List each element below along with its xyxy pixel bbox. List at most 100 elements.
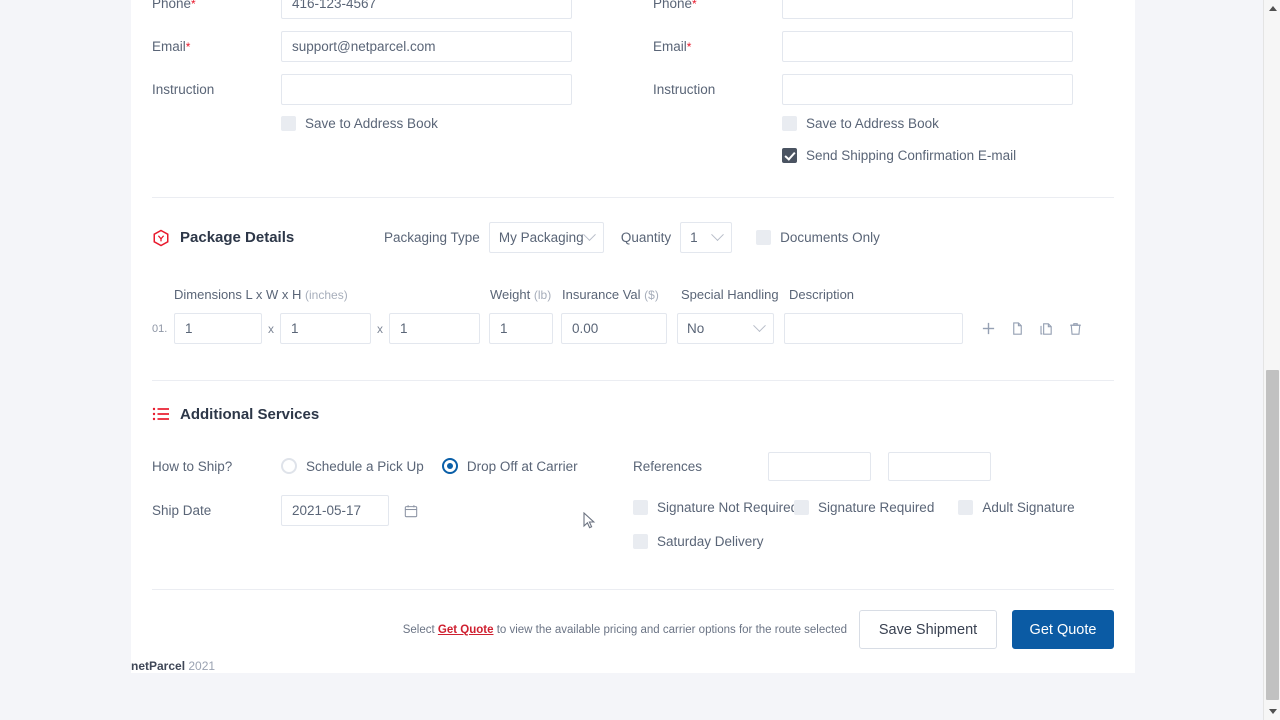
instruction-row: Instruction Instruction (152, 68, 1114, 111)
ship-date-input[interactable] (281, 495, 389, 526)
add-row-icon[interactable] (977, 318, 999, 340)
site-footer: netParcel 2021 (131, 659, 215, 673)
package-insurance-input[interactable] (561, 313, 667, 344)
checkbox-box (958, 500, 974, 515)
radio-schedule-pickup-label: Schedule a Pick Up (306, 458, 424, 474)
checkbox-box (633, 534, 648, 549)
chevron-down-icon (711, 228, 724, 242)
reference-1-input[interactable] (768, 451, 871, 481)
send-confirmation-checkbox[interactable]: Send Shipping Confirmation E-mail (782, 148, 1114, 163)
package-details-header: Package Details (152, 229, 384, 247)
chevron-down-icon (753, 319, 766, 333)
package-length-input[interactable] (174, 313, 262, 344)
scrollbar-thumb[interactable] (1266, 370, 1279, 700)
references-label: References (633, 458, 703, 474)
special-handling-value: No (687, 321, 705, 336)
email-row: Email* Email* (152, 25, 1114, 68)
delete-row-icon[interactable] (1064, 318, 1086, 340)
radio-circle (281, 458, 297, 474)
package-row: 01. x x No (152, 313, 1114, 344)
quote-note-prefix: Select (402, 623, 435, 636)
package-weight-input[interactable] (489, 313, 553, 344)
receiver-instruction-input[interactable] (782, 74, 1073, 105)
radio-drop-off[interactable]: Drop Off at Carrier (441, 458, 578, 474)
duplicate-row-icon[interactable] (1035, 318, 1057, 340)
mouse-cursor (583, 511, 597, 536)
signature-required-checkbox[interactable]: Signature Required (794, 500, 934, 515)
checkbox-box (633, 500, 648, 515)
packaging-type-label: Packaging Type (384, 230, 480, 245)
receiver-save-address-checkbox[interactable]: Save to Address Book (782, 116, 1114, 131)
signature-not-required-label: Signature Not Required (657, 500, 799, 515)
quantity-label: Quantity (620, 230, 672, 245)
receiver-save-address-label: Save to Address Book (806, 116, 939, 131)
package-details-title: Package Details (180, 229, 295, 246)
quote-note: Select Get Quote to view the available p… (403, 624, 847, 636)
sender-save-address-checkbox[interactable]: Save to Address Book (281, 116, 613, 131)
reference-2-input[interactable] (888, 451, 991, 481)
dimensions-unit-label: (inches) (305, 288, 348, 302)
special-handling-column-label: Special Handling (681, 287, 779, 302)
packaging-type-select[interactable]: My Packaging (488, 222, 604, 253)
ship-date-label: Ship Date (152, 503, 212, 518)
get-quote-link[interactable]: Get Quote (438, 624, 494, 636)
adult-signature-label: Adult Signature (982, 500, 1075, 515)
receiver-phone-label: Phone* (653, 0, 782, 11)
contact-options-row: Save to Address Book Save to Address Boo… (152, 116, 1114, 163)
description-column-label: Description (789, 287, 855, 302)
site-footer-brand: netParcel (131, 659, 186, 673)
checkbox-box (794, 500, 809, 515)
dimension-separator: x (377, 321, 383, 336)
checkbox-box (756, 230, 772, 245)
sender-instruction-input[interactable] (281, 74, 572, 105)
scroll-up-arrow-icon[interactable] (1264, 0, 1280, 17)
how-to-ship-label: How to Ship? (152, 458, 233, 474)
sender-phone-input[interactable] (281, 0, 572, 19)
phone-row: Phone* Phone* (152, 0, 1114, 25)
quantity-value: 1 (690, 230, 698, 245)
calendar-icon[interactable] (400, 500, 422, 522)
package-width-input[interactable] (280, 313, 371, 344)
quantity-select[interactable]: 1 (680, 222, 733, 253)
insurance-unit-label: ($) (644, 288, 659, 302)
signature-required-label: Signature Required (818, 500, 935, 515)
package-row-index: 01. (152, 322, 168, 335)
checkbox-box (281, 116, 296, 131)
checkbox-box (782, 116, 797, 131)
adult-signature-checkbox[interactable]: Adult Signature (958, 500, 1075, 515)
site-footer-year: 2021 (188, 659, 216, 673)
saturday-delivery-label: Saturday Delivery (657, 534, 764, 549)
weight-column-label: Weight (490, 287, 531, 302)
saturday-delivery-checkbox[interactable]: Saturday Delivery (633, 534, 764, 549)
signature-not-required-checkbox[interactable]: Signature Not Required (633, 500, 798, 515)
weight-unit-label: (lb) (533, 288, 552, 302)
copy-row-icon[interactable] (1006, 318, 1028, 340)
required-marker: * (185, 40, 191, 54)
receiver-phone-input[interactable] (782, 0, 1073, 19)
sender-email-label: Email* (152, 39, 191, 54)
save-shipment-button[interactable]: Save Shipment (859, 610, 997, 649)
radio-drop-off-label: Drop Off at Carrier (466, 458, 578, 474)
required-marker: * (191, 0, 196, 11)
page-viewport: Phone* Phone* (0, 0, 1280, 720)
package-description-input[interactable] (784, 313, 963, 344)
page-scrollbar[interactable] (1263, 0, 1280, 720)
package-hex-icon (152, 229, 170, 247)
additional-services-header: Additional Services (152, 405, 1114, 423)
scroll-down-arrow-icon[interactable] (1264, 703, 1280, 720)
get-quote-button[interactable]: Get Quote (1012, 610, 1114, 649)
receiver-email-input[interactable] (782, 31, 1073, 62)
receiver-instruction-label: Instruction (653, 82, 716, 97)
sender-phone-label: Phone* (152, 0, 281, 11)
packaging-type-value: My Packaging (498, 230, 584, 245)
sender-email-input[interactable] (281, 31, 572, 62)
dimensions-column-label: Dimensions L x W x H (174, 287, 302, 302)
chevron-down-icon (582, 228, 596, 242)
documents-only-label: Documents Only (780, 230, 880, 245)
radio-schedule-pickup[interactable]: Schedule a Pick Up (281, 458, 424, 474)
special-handling-select[interactable]: No (677, 313, 774, 344)
required-marker: * (686, 40, 692, 54)
documents-only-checkbox[interactable]: Documents Only (756, 230, 880, 245)
package-height-input[interactable] (389, 313, 480, 344)
package-table-header: Dimensions L x W x H (inches) Weight (lb… (152, 287, 1114, 302)
